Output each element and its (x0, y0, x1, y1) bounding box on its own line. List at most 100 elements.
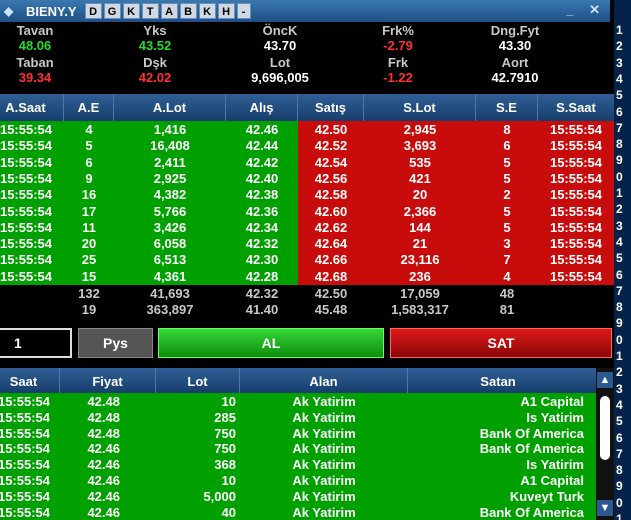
toolbar-button-minus[interactable]: - (236, 3, 251, 19)
toolbar-button-k[interactable]: K (122, 3, 140, 19)
toolbar-button-a[interactable]: A (160, 3, 178, 19)
totals-cell: 42.50 (314, 286, 348, 301)
toolbar-button-b[interactable]: B (179, 3, 197, 19)
depth-cell-a-saat: 15:55:54 (0, 236, 53, 252)
col-header-a-lot[interactable]: A.Lot (114, 94, 226, 121)
strip-digit: 4 (616, 71, 623, 86)
trade-cell-fiyat: 42.48 (87, 425, 120, 441)
buy-button[interactable]: AL (158, 328, 384, 358)
trade-row[interactable]: 15:55:54 42.46 40 Ak Yatirim Bank Of America (0, 505, 596, 520)
depth-row[interactable]: 15:55:54 25 6,513 42.30 42.66 23,116 7 15:55:54 (0, 252, 614, 268)
strip-digit: 1 (616, 349, 623, 363)
toolbar-button-h[interactable]: H (217, 3, 235, 19)
toolbar-button-t[interactable]: T (141, 3, 159, 19)
scroll-up-icon[interactable]: ▲ (597, 372, 613, 388)
col-header-a-e[interactable]: A.E (64, 94, 114, 121)
tavan-value: 48.06 (18, 38, 52, 53)
strip-digit: 4 (616, 234, 623, 249)
trade-row[interactable]: 15:55:54 42.46 5,000 Ak Yatirim Kuveyt Turk (0, 489, 596, 505)
col-header-s-e[interactable]: S.E (476, 94, 538, 121)
trade-cell-lot: 368 (214, 457, 236, 473)
sell-button[interactable]: SAT (390, 328, 612, 358)
scroll-thumb[interactable] (600, 396, 610, 460)
col-header-trade-satan[interactable]: Satan (408, 368, 588, 395)
depth-cell-satis: 42.56 (314, 170, 348, 186)
depth-cell-s-saat: 15:55:54 (549, 203, 603, 219)
depth-totals: 132 41,693 42.32 42.50 17,059 48 19 363,897 41.4… (0, 285, 614, 319)
depth-row[interactable]: 15:55:54 11 3,426 42.34 42.62 144 5 15:55:54 (0, 220, 614, 236)
depth-cell-s-saat: 15:55:54 (549, 122, 603, 137)
trade-cell-saat: 15:55:54 (0, 457, 51, 473)
trade-cell-fiyat: 42.46 (87, 457, 120, 473)
totals-row: 19 363,897 41.40 45.48 1,583,317 81 (0, 302, 614, 318)
tavan-label: Tavan (16, 23, 54, 38)
depth-row[interactable]: 15:55:54 5 16,408 42.44 42.52 3,693 6 15:55:54 (0, 138, 614, 154)
toolbar-button-g[interactable]: G (103, 3, 121, 19)
totals-cell: 81 (499, 302, 515, 317)
trade-row[interactable]: 15:55:54 42.46 368 Ak Yatirim Is Yatirim (0, 457, 596, 473)
onck-label: ÖncK (262, 23, 298, 38)
depth-row[interactable]: 15:55:54 20 6,058 42.32 42.64 21 3 15:55:54 (0, 236, 614, 252)
col-header-s-lot[interactable]: S.Lot (364, 94, 476, 121)
trade-cell-lot: 40 (221, 504, 236, 520)
frkp-label: Frk% (382, 23, 414, 38)
col-header-trade-alan[interactable]: Alan (240, 368, 408, 395)
trade-row[interactable]: 15:55:54 42.48 285 Ak Yatirim Is Yatirim (0, 410, 596, 426)
depth-cell-s-saat: 15:55:54 (549, 138, 603, 154)
depth-cell-s-lot: 20 (412, 187, 428, 203)
col-header-trade-saat[interactable]: Saat (0, 368, 60, 395)
col-header-a-saat[interactable]: A.Saat (0, 94, 64, 121)
yks-label: Yks (143, 23, 167, 38)
col-header-alis[interactable]: Alış (226, 94, 298, 121)
trade-cell-alan: Ak Yatirim (292, 425, 356, 441)
right-index-strip: 12345678901234567890123456789012 (614, 0, 631, 520)
strip-digit: 8 (616, 463, 623, 478)
depth-cell-alis: 42.40 (245, 170, 279, 186)
depth-cell-a-lot: 4,361 (153, 268, 187, 284)
depth-cell-s-lot: 23,116 (400, 252, 440, 268)
trade-row[interactable]: 15:55:54 42.48 750 Ak Yatirim Bank Of Americ… (0, 426, 596, 442)
depth-cell-a-lot: 16,408 (150, 138, 190, 154)
depth-row[interactable]: 15:55:54 9 2,925 42.40 42.56 421 5 15:55:54 (0, 171, 614, 187)
scroll-down-icon[interactable]: ▼ (597, 500, 613, 516)
toolbar-button-k2[interactable]: K (198, 3, 216, 19)
col-header-trade-fiyat[interactable]: Fiyat (60, 368, 156, 395)
trade-cell-fiyat: 42.46 (87, 504, 120, 520)
trades-scrollbar[interactable]: ▲ ▼ (596, 368, 614, 520)
pys-button[interactable]: Pys (78, 328, 153, 358)
trade-cell-fiyat: 42.48 (87, 409, 120, 425)
trade-cell-satan: A1 Capital (520, 394, 584, 409)
depth-row[interactable]: 15:55:54 15 4,361 42.28 42.68 236 4 15:55:54 (0, 269, 614, 285)
trade-cell-alan: Ak Yatirim (292, 488, 356, 504)
depth-row[interactable]: 15:55:54 4 1,416 42.46 42.50 2,945 8 15:55:54 (0, 122, 614, 138)
trade-row[interactable]: 15:55:54 42.46 10 Ak Yatirim A1 Capital (0, 473, 596, 489)
depth-cell-s-lot: 236 (409, 268, 431, 284)
trade-cell-alan: Ak Yatirim (292, 457, 356, 473)
frk-label: Frk (387, 55, 409, 70)
depth-row[interactable]: 15:55:54 17 5,766 42.36 42.60 2,366 5 15:55:54 (0, 204, 614, 220)
col-header-trade-lot[interactable]: Lot (156, 368, 240, 395)
dsk-value: 42.02 (138, 70, 172, 85)
trade-row[interactable]: 15:55:54 42.46 750 Ak Yatirim Bank Of Americ… (0, 441, 596, 457)
depth-row[interactable]: 15:55:54 6 2,411 42.42 42.54 535 5 15:55:54 (0, 155, 614, 171)
col-header-satis[interactable]: Satış (298, 94, 364, 121)
title-bar[interactable]: ◆ BIENY.Y D G K T A B K H - _ ✕ (0, 0, 610, 22)
depth-cell-a-e: 16 (81, 187, 97, 203)
toolbar-button-d[interactable]: D (84, 3, 102, 19)
strip-digit: 9 (616, 479, 623, 494)
strip-digit: 2 (616, 365, 623, 380)
trade-cell-lot: 750 (214, 425, 236, 441)
toolbar-buttons: D G K T A B K H - (84, 3, 251, 19)
totals-cell: 19 (81, 302, 97, 317)
depth-cell-satis: 42.64 (314, 236, 348, 252)
taban-label: Taban (16, 55, 54, 70)
window-menu-icon[interactable]: ◆ (4, 4, 18, 18)
depth-cell-a-lot: 6,513 (153, 252, 187, 268)
depth-row[interactable]: 15:55:54 16 4,382 42.38 42.58 20 2 15:55:54 (0, 187, 614, 203)
strip-digit: 1 (616, 186, 623, 200)
col-header-s-saat[interactable]: S.Saat (538, 94, 614, 121)
window-controls[interactable]: _ ✕ (566, 2, 606, 18)
strip-digit: 6 (616, 267, 623, 282)
trade-row[interactable]: 15:55:54 42.48 10 Ak Yatirim A1 Capital (0, 394, 596, 410)
quantity-input[interactable] (0, 328, 72, 358)
